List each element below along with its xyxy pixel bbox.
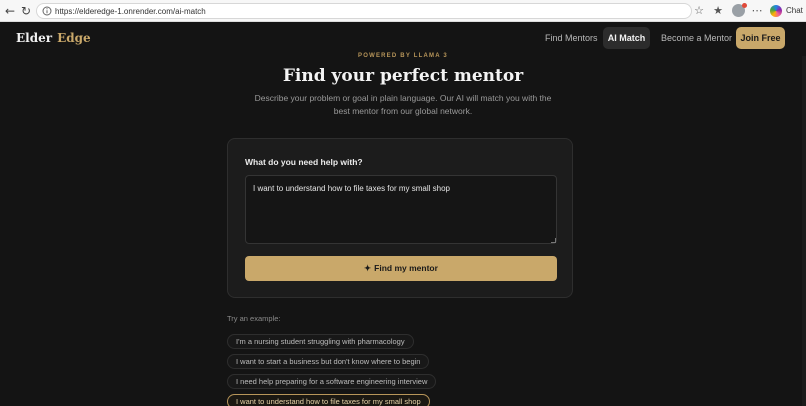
notification-dot [742, 3, 747, 8]
site-info-icon[interactable] [42, 6, 52, 16]
back-arrow-icon[interactable]: ← [3, 4, 17, 18]
brand-logo[interactable]: Elder Edge [16, 30, 91, 46]
page-scrollbar[interactable] [802, 56, 806, 406]
powered-by-label: POWERED BY LLAMA 3 [358, 53, 448, 59]
match-form-card: What do you need help with? I want to un… [227, 138, 573, 298]
page-subtitle: Describe your problem or goal in plain l… [254, 93, 552, 116]
example-chip[interactable]: I want to start a business but don't kno… [227, 354, 430, 369]
example-chip-selected[interactable]: I want to understand how to file taxes f… [227, 394, 430, 406]
more-options-icon[interactable]: ⋯ [750, 4, 764, 18]
profile-avatar[interactable] [732, 3, 747, 17]
reload-icon[interactable]: ↻ [19, 4, 33, 18]
sparkle-icon: ✦ [364, 263, 372, 273]
example-chip[interactable]: I'm a nursing student struggling with ph… [227, 334, 414, 349]
copilot-icon [770, 5, 782, 17]
chat-label: Chat [786, 6, 803, 15]
find-mentor-button[interactable]: ✦ Find my mentor [245, 256, 557, 281]
brand-second: Edge [57, 31, 91, 45]
brand-first: Elder [16, 31, 53, 45]
nav-become-mentor[interactable]: Become a Mentor [661, 31, 732, 45]
nav-ai-match[interactable]: AI Match [603, 27, 650, 49]
join-free-button[interactable]: Join Free [736, 27, 785, 49]
favorite-star-icon[interactable]: ☆ [692, 4, 706, 18]
try-example-label: Try an example: [227, 314, 281, 323]
page-title: Find your perfect mentor [282, 66, 524, 86]
example-chip[interactable]: I need help preparing for a software eng… [227, 374, 437, 389]
site-header: Elder Edge Find Mentors AI Match Become a… [0, 22, 806, 56]
address-bar[interactable]: https://elderedge-1.onrender.com/ai-matc… [36, 3, 692, 19]
find-mentor-label: Find my mentor [374, 263, 438, 273]
help-textarea[interactable]: I want to understand how to file taxes f… [245, 175, 557, 244]
resize-handle[interactable] [551, 238, 556, 243]
help-label: What do you need help with? [245, 157, 363, 167]
favorites-list-icon[interactable]: ★ [711, 4, 725, 18]
address-url: https://elderedge-1.onrender.com/ai-matc… [55, 7, 206, 16]
nav-find-mentors[interactable]: Find Mentors [545, 31, 598, 45]
chat-button[interactable]: Chat [769, 3, 805, 19]
browser-toolbar: ← ↻ https://elderedge-1.onrender.com/ai-… [0, 0, 806, 22]
